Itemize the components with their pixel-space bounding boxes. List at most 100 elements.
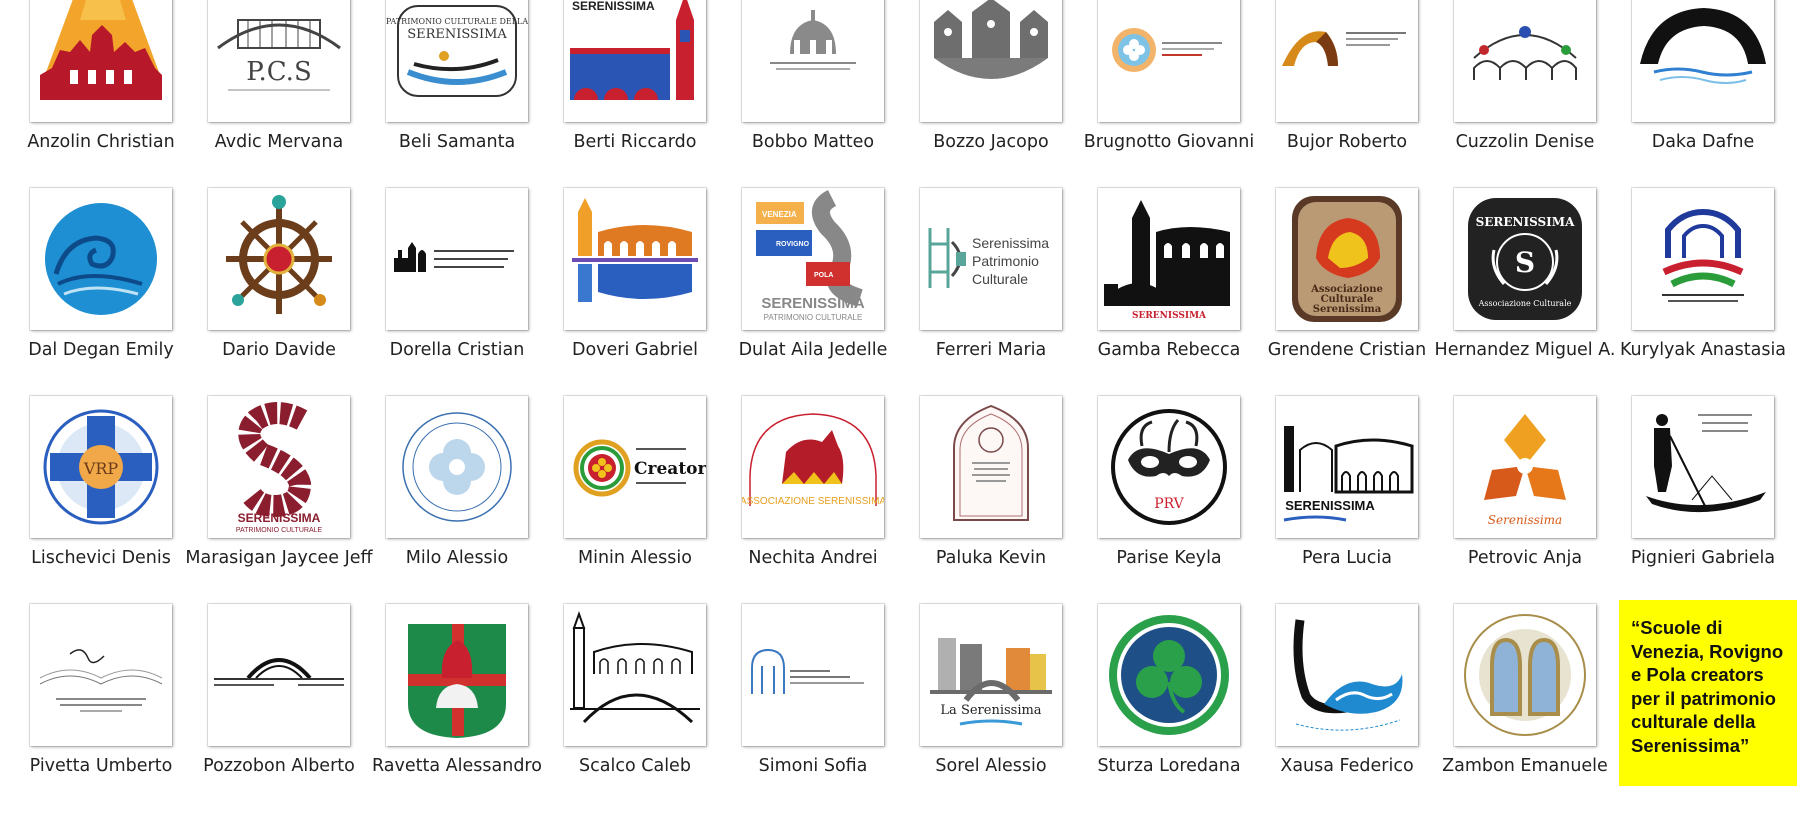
thumbnail (208, 604, 350, 746)
shield-icon (408, 624, 506, 738)
thumbnail (564, 604, 706, 746)
file-name: Kurylyak Anastasia (1619, 340, 1787, 360)
bridge-text-icon (214, 658, 344, 686)
thumbnail: SERENISSIMA (1276, 396, 1418, 538)
thumbnail: ASSOCIAZIONE SERENISSIMA (742, 396, 884, 538)
svg-text:S: S (1515, 246, 1535, 279)
thumbnail: SERENISSIMA (1098, 188, 1240, 330)
file-name: Zambon Emanuele (1442, 756, 1608, 776)
file-name: Paluka Kevin (935, 548, 1047, 568)
file-name: Sturza Loredana (1097, 756, 1241, 776)
file-name: Marasigan Jaycee Jeff (185, 548, 373, 568)
svg-text:SERENISSIMA: SERENISSIMA (1285, 498, 1375, 513)
file-name: Parise Keyla (1116, 548, 1222, 568)
file-name: Gamba Rebecca (1097, 340, 1241, 360)
arch-icon (1282, 31, 1406, 66)
la-serenissima-icon: La Serenissima (930, 638, 1052, 726)
file-grid: Anzolin Christian P.C.S Avdic Mervana PA… (0, 0, 1814, 822)
svg-text:SERENISSIMA: SERENISSIMA (407, 27, 507, 42)
file-name: Beli Samanta (398, 132, 516, 152)
file-name: Pozzobon Alberto (203, 756, 355, 776)
thumbnail: Associazione Culturale Serenissima (1276, 188, 1418, 330)
city-skyline-icon: SERENISSIMA (1104, 200, 1230, 321)
file-name: Cuzzolin Denise (1455, 132, 1595, 152)
file-name: Bujor Roberto (1286, 132, 1408, 152)
svg-text:SERENISSIMA: SERENISSIMA (1476, 215, 1575, 229)
thumbnail: SERENISSIMA PATRIMONIO CULTURALE (208, 396, 350, 538)
svg-text:VENEZIA: VENEZIA (762, 210, 797, 219)
wave-arch-icon (1640, 8, 1766, 84)
svg-text:Serenissima: Serenissima (1313, 304, 1382, 315)
project-title-note[interactable]: “Scuole di Venezia, Rovigno e Pola creat… (1619, 600, 1797, 786)
arched-seal-icon (1464, 614, 1586, 736)
thumbnail (742, 0, 884, 122)
file-name: Hernandez Miguel A. (1434, 340, 1616, 360)
bell-tower-icon: SERENISSIMA (570, 0, 694, 100)
vrp-seal-icon: VRP (43, 409, 159, 525)
thumbnail: Serenissima Patrimonio Culturale (920, 188, 1062, 330)
thumbnail (30, 604, 172, 746)
svg-text:Serenissima: Serenissima (972, 235, 1049, 251)
file-name: Ravetta Alessandro (372, 756, 542, 776)
gondola-wave-icon (1293, 619, 1403, 731)
thumbnail (742, 604, 884, 746)
svg-text:SERENISSIMA: SERENISSIMA (238, 511, 321, 525)
thumbnail: PATRIMONIO CULTURALE DELLA SERENISSIMA (386, 0, 528, 122)
thumbnail (30, 188, 172, 330)
thumbnail (386, 188, 528, 330)
laurel-badge-icon: S SERENISSIMA Associazione Culturale (1468, 198, 1582, 320)
ship-wheel-icon (226, 195, 332, 314)
file-name: Dal Degan Emily (28, 340, 174, 360)
thumbnail: Creators (564, 396, 706, 538)
svg-text:La Serenissima: La Serenissima (940, 703, 1041, 718)
open-book-icon (39, 649, 163, 712)
quatrefoil-icon (1112, 28, 1222, 72)
thumbnail: P.C.S (208, 0, 350, 122)
svg-text:SERENISSIMA: SERENISSIMA (761, 295, 865, 312)
thumbnail (1098, 0, 1240, 122)
file-name: Brugnotto Giovanni (1083, 132, 1255, 152)
thumbnail: Serenissima (1454, 396, 1596, 538)
s-letter-icon: SERENISSIMA PATRIMONIO CULTURALE (236, 402, 323, 534)
arches-icon (1473, 26, 1577, 80)
file-name: Grendene Cristian (1267, 340, 1427, 360)
thumbnail (30, 0, 172, 122)
thumbnail (1632, 396, 1774, 538)
file-name: Milo Alessio (405, 548, 509, 568)
gondola-emblem-icon: PATRIMONIO CULTURALE DELLA SERENISSIMA (386, 5, 528, 97)
map-blocks-icon: VENEZIA ROVIGNO POLA SERENISSIMA PATRIMO… (756, 189, 865, 322)
thumbnail (564, 188, 706, 330)
svg-text:Serenissima: Serenissima (1488, 513, 1562, 527)
file-name: Lischevici Denis (31, 548, 171, 568)
lion-badge-icon: Associazione Culturale Serenissima (1292, 196, 1402, 322)
file-name: Nechita Andrei (748, 548, 878, 568)
svg-text:SERENISSIMA: SERENISSIMA (572, 0, 655, 13)
thumbnail (386, 604, 528, 746)
thumbnail (920, 396, 1062, 538)
arena-skyline-icon (40, 0, 162, 100)
svg-text:PATRIMONIO CULTURALE DELLA: PATRIMONIO CULTURALE DELLA (386, 17, 528, 26)
thumbnail (1098, 604, 1240, 746)
file-name: Petrovic Anja (1467, 548, 1583, 568)
file-name: Berti Riccardo (573, 132, 697, 152)
svg-text:PATRIMONIO CULTURALE: PATRIMONIO CULTURALE (764, 313, 863, 322)
file-name: Anzolin Christian (27, 132, 175, 152)
file-name: Dorella Cristian (389, 340, 525, 360)
quatrefoil-seal-icon (402, 412, 512, 522)
file-name: Simoni Sofia (758, 756, 868, 776)
file-name: Sorel Alessio (935, 756, 1047, 776)
thumbnail (1276, 604, 1418, 746)
file-name: Pivetta Umberto (29, 756, 173, 776)
thumbnail (1632, 188, 1774, 330)
pcs-bridge-icon: P.C.S (217, 19, 341, 91)
svg-text:Associazione Culturale: Associazione Culturale (1478, 299, 1572, 308)
sketch-bridge-icon (570, 611, 700, 724)
gothic-window-icon (953, 404, 1029, 521)
svg-text:Culturale: Culturale (972, 271, 1028, 287)
file-name: Ferreri Maria (935, 340, 1047, 360)
svg-text:PRV: PRV (1154, 496, 1184, 512)
file-name: Pignieri Gabriela (1630, 548, 1776, 568)
file-name: Doveri Gabriel (571, 340, 698, 360)
thumbnail (1454, 0, 1596, 122)
trefoil-icon: Serenissima (1484, 414, 1566, 527)
